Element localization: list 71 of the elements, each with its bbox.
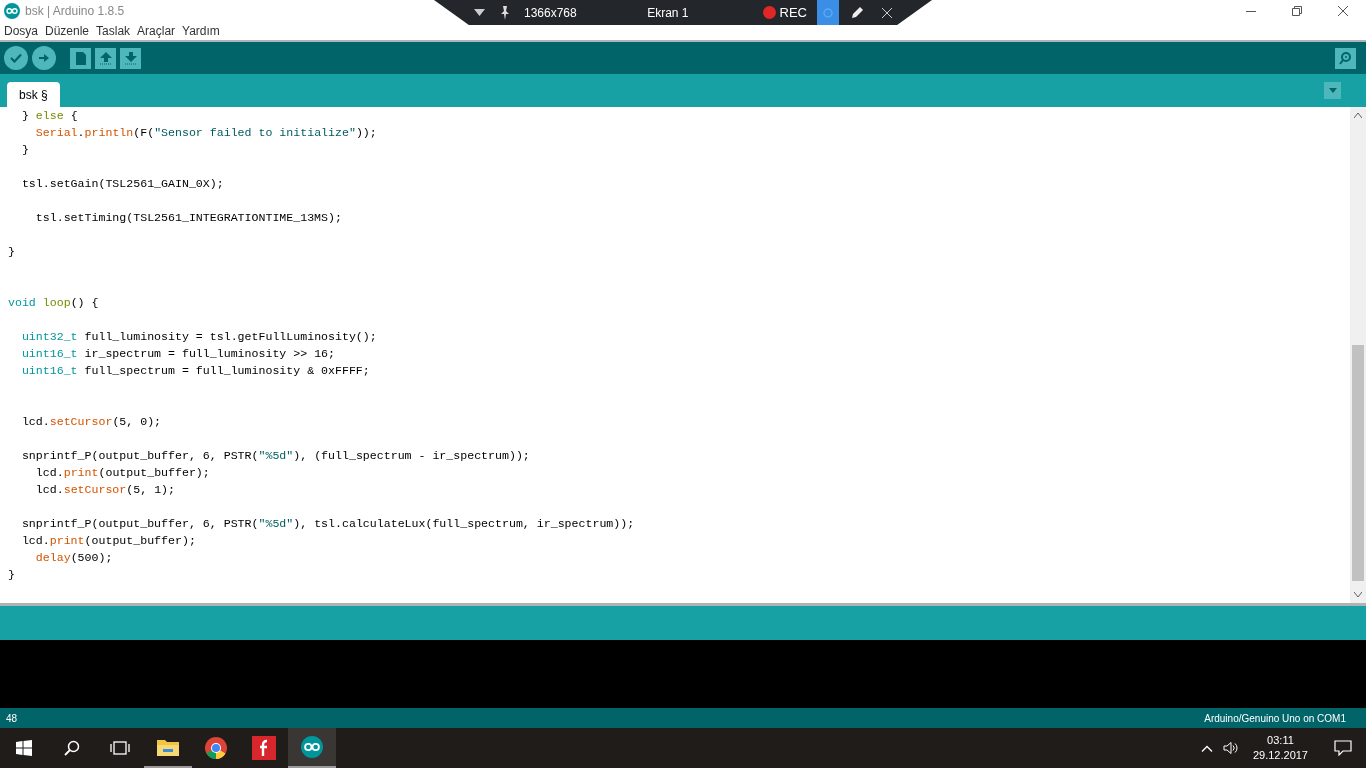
record-dot-icon [762, 6, 776, 19]
pin-icon[interactable] [501, 5, 510, 20]
folder-icon [157, 738, 179, 756]
save-button[interactable] [120, 47, 141, 69]
magnifier-icon [1337, 51, 1354, 65]
verify-button[interactable] [4, 46, 28, 70]
menu-item[interactable]: Düzenle [45, 22, 90, 40]
windows-logo-icon [16, 740, 32, 756]
resolution-label: 1366x768 [524, 4, 577, 22]
letter-f-tile-icon [252, 736, 276, 760]
minimize-icon [1246, 10, 1256, 12]
menu-item[interactable]: Dosya [4, 22, 38, 40]
line-number: 48 [6, 711, 18, 726]
upload-button[interactable] [32, 46, 56, 70]
code-line: lcd.print(output_buffer); [34, 465, 210, 481]
restore-icon [1292, 6, 1302, 16]
scrollbar[interactable] [1350, 107, 1366, 603]
clock-date[interactable]: 29.12.2017 [1252, 748, 1308, 763]
app-logo-icon [4, 3, 20, 19]
code-line: uint16_t full_spectrum = full_luminosity & 0xFFFF; [20, 363, 370, 379]
taskbar-app[interactable] [288, 728, 336, 768]
tab-menu-button[interactable] [1324, 82, 1341, 99]
board-info: Arduino/Genuino Uno on COM1 [1204, 711, 1346, 726]
caret-down-icon [1328, 88, 1337, 93]
code-line: void loop() { [8, 295, 99, 311]
code-line: delay(500); [34, 550, 113, 566]
code-line: lcd.print(output_buffer); [20, 533, 196, 549]
code-line: lcd.setCursor(5, 1); [34, 482, 175, 498]
camera-icon [822, 7, 834, 18]
scrollbar-thumb[interactable] [1352, 345, 1364, 581]
screen-label: Ekran 1 [647, 4, 689, 22]
code-line: tsl.setTiming(TSL2561_INTEGRATIONTIME_13MS); [34, 210, 342, 226]
menu-item[interactable]: Taslak [96, 22, 131, 40]
code-line: uint16_t ir_spectrum = full_luminosity >> 16; [20, 346, 335, 362]
speaker-icon[interactable] [1222, 741, 1239, 755]
code-line: } [8, 244, 15, 260]
code-line: } [20, 142, 29, 158]
code-line: tsl.setGain(TSL2561_GAIN_0X); [20, 176, 224, 192]
clock-time[interactable]: 03:11 [1267, 733, 1294, 748]
document-icon [75, 51, 86, 65]
pencil-icon[interactable] [851, 6, 864, 19]
arduino-logo-icon [301, 736, 323, 758]
arrow-right-icon [39, 53, 49, 63]
close-icon[interactable] [882, 7, 892, 18]
scroll-down-icon [1354, 592, 1362, 597]
checkmark-icon [10, 53, 22, 63]
notification-icon[interactable] [1334, 740, 1352, 756]
caret-down-icon[interactable] [474, 9, 485, 16]
menu-item[interactable]: Yardım [182, 22, 220, 40]
chevron-up-icon[interactable] [1200, 744, 1213, 752]
record-button[interactable]: REC [762, 2, 807, 23]
code-line: snprintf_P(output_buffer, 6, PSTR("%5d"), (full_spectrum - ir_spectrum)); [20, 448, 530, 464]
code-line: } [8, 567, 15, 583]
search-icon [64, 740, 80, 756]
window-title: bsk | Arduino 1.8.5 [25, 3, 125, 20]
arrow-up-icon [99, 51, 112, 65]
serial-monitor-button[interactable] [1335, 47, 1356, 69]
sketch-tab[interactable]: bsk § [7, 82, 60, 107]
code-line: uint32_t full_luminosity = tsl.getFullLuminosity(); [20, 329, 377, 345]
code-line: Serial.println(F("Sensor failed to initialize")); [34, 125, 377, 141]
code-line: lcd.setCursor(5, 0); [20, 414, 162, 430]
arrow-down-icon [124, 51, 137, 65]
code-line: } else { [20, 108, 78, 124]
open-button[interactable] [95, 47, 116, 69]
scroll-up-icon [1354, 113, 1362, 118]
new-button[interactable] [70, 47, 91, 69]
code-line: snprintf_P(output_buffer, 6, PSTR("%5d"), tsl.calculateLux(full_spectrum, ir_spectrum)); [20, 516, 635, 532]
close-icon [1338, 6, 1348, 16]
browser-icon [205, 737, 227, 759]
menu-item[interactable]: Araçlar [137, 22, 176, 40]
task-view-icon [110, 741, 130, 755]
